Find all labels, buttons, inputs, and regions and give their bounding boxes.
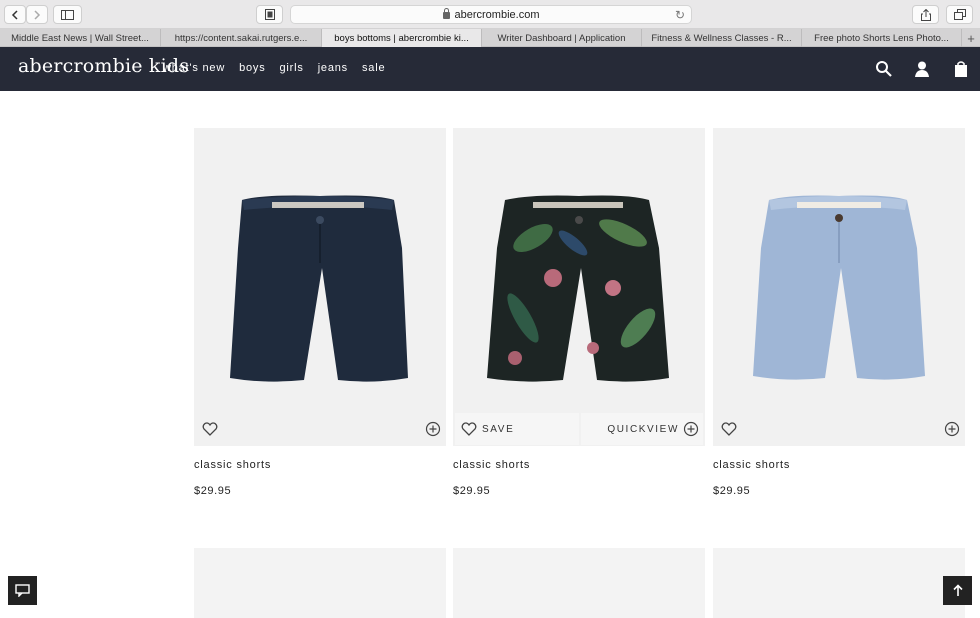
browser-tab[interactable]: https://content.sakai.rutgers.e... [161, 29, 322, 47]
quickview-label: QUICKVIEW [607, 423, 679, 435]
browser-tab[interactable]: Writer Dashboard | Application [482, 29, 642, 47]
tab-title: boys bottoms | abercrombie ki... [334, 32, 469, 44]
nav-boys[interactable]: boys [239, 62, 265, 74]
address-bar[interactable]: abercrombie.com ↻ [290, 5, 692, 24]
product-name[interactable]: classic shorts [453, 459, 705, 471]
back-to-top-button[interactable] [943, 576, 972, 605]
heart-icon[interactable] [202, 421, 218, 437]
reader-icon [264, 9, 275, 20]
product-card[interactable] [713, 548, 965, 618]
tab-title: Fitness & Wellness Classes - R... [651, 32, 792, 44]
tabs-icon [953, 9, 966, 20]
chat-button[interactable] [8, 576, 37, 605]
back-button[interactable] [4, 5, 26, 24]
product-name[interactable]: classic shorts [713, 459, 965, 471]
product-name[interactable]: classic shorts [194, 459, 446, 471]
chevron-right-icon [34, 9, 41, 20]
lock-icon [442, 8, 450, 19]
tab-title: Middle East News | Wall Street... [11, 32, 149, 44]
chat-icon [15, 584, 30, 597]
reader-button[interactable] [256, 5, 283, 24]
shorts-floral-image [487, 195, 669, 382]
sidebar-icon [61, 9, 74, 20]
tab-title: Free photo Shorts Lens Photo... [814, 32, 949, 44]
reload-icon[interactable]: ↻ [675, 8, 685, 22]
product-price: $29.95 [194, 485, 232, 497]
shorts-navy-image [230, 195, 408, 382]
shopping-bag-icon[interactable] [952, 60, 970, 78]
shorts-light-blue-image [753, 195, 925, 380]
product-card[interactable]: classic shorts $29.95 [713, 128, 965, 497]
product-card[interactable] [453, 548, 705, 618]
product-price: $29.95 [713, 485, 751, 497]
product-card[interactable] [194, 548, 446, 618]
main-nav: what's new boys girls jeans sale [163, 62, 385, 74]
nav-girls[interactable]: girls [280, 62, 304, 74]
account-icon[interactable] [913, 60, 931, 78]
save-label: SAVE [482, 423, 515, 435]
nav-whats-new[interactable]: what's new [163, 62, 225, 74]
product-card[interactable]: classic shorts $29.95 [194, 128, 446, 497]
browser-tab-bar: Middle East News | Wall Street... https:… [0, 29, 980, 47]
browser-toolbar: abercrombie.com ↻ [0, 0, 980, 29]
share-button[interactable] [912, 5, 939, 24]
plus-circle-icon [683, 421, 699, 437]
product-image[interactable] [194, 128, 446, 446]
site-header: abercrombie kids what's new boys girls j… [0, 47, 980, 91]
product-image[interactable]: SAVE QUICKVIEW [453, 128, 705, 446]
nav-jeans[interactable]: jeans [318, 62, 348, 74]
tabs-overview-button[interactable] [946, 5, 973, 24]
tab-title: Writer Dashboard | Application [497, 32, 626, 44]
share-icon [920, 8, 931, 21]
forward-button[interactable] [26, 5, 48, 24]
nav-sale[interactable]: sale [362, 62, 385, 74]
new-tab-button[interactable]: + [962, 29, 980, 47]
quickview-button[interactable]: QUICKVIEW [581, 413, 703, 445]
url-text: abercrombie.com [454, 8, 540, 21]
product-image[interactable] [713, 128, 965, 446]
arrow-up-icon [952, 584, 963, 596]
browser-tab[interactable]: Free photo Shorts Lens Photo... [802, 29, 962, 47]
sidebar-toggle-button[interactable] [53, 5, 82, 24]
heart-icon [461, 422, 477, 436]
heart-icon[interactable] [721, 421, 737, 437]
tab-title: https://content.sakai.rutgers.e... [174, 32, 308, 44]
chevron-left-icon [11, 9, 18, 20]
save-button[interactable]: SAVE [455, 413, 579, 445]
plus-circle-icon[interactable] [425, 421, 441, 437]
browser-tab[interactable]: Fitness & Wellness Classes - R... [642, 29, 802, 47]
product-price: $29.95 [453, 485, 491, 497]
search-icon[interactable] [875, 60, 893, 78]
product-hover-bar: SAVE QUICKVIEW [455, 413, 703, 445]
product-card[interactable]: SAVE QUICKVIEW classic shorts $29.95 [453, 128, 705, 497]
plus-circle-icon[interactable] [944, 421, 960, 437]
browser-tab-active[interactable]: boys bottoms | abercrombie ki... [322, 29, 482, 47]
browser-tab[interactable]: Middle East News | Wall Street... [0, 29, 161, 47]
